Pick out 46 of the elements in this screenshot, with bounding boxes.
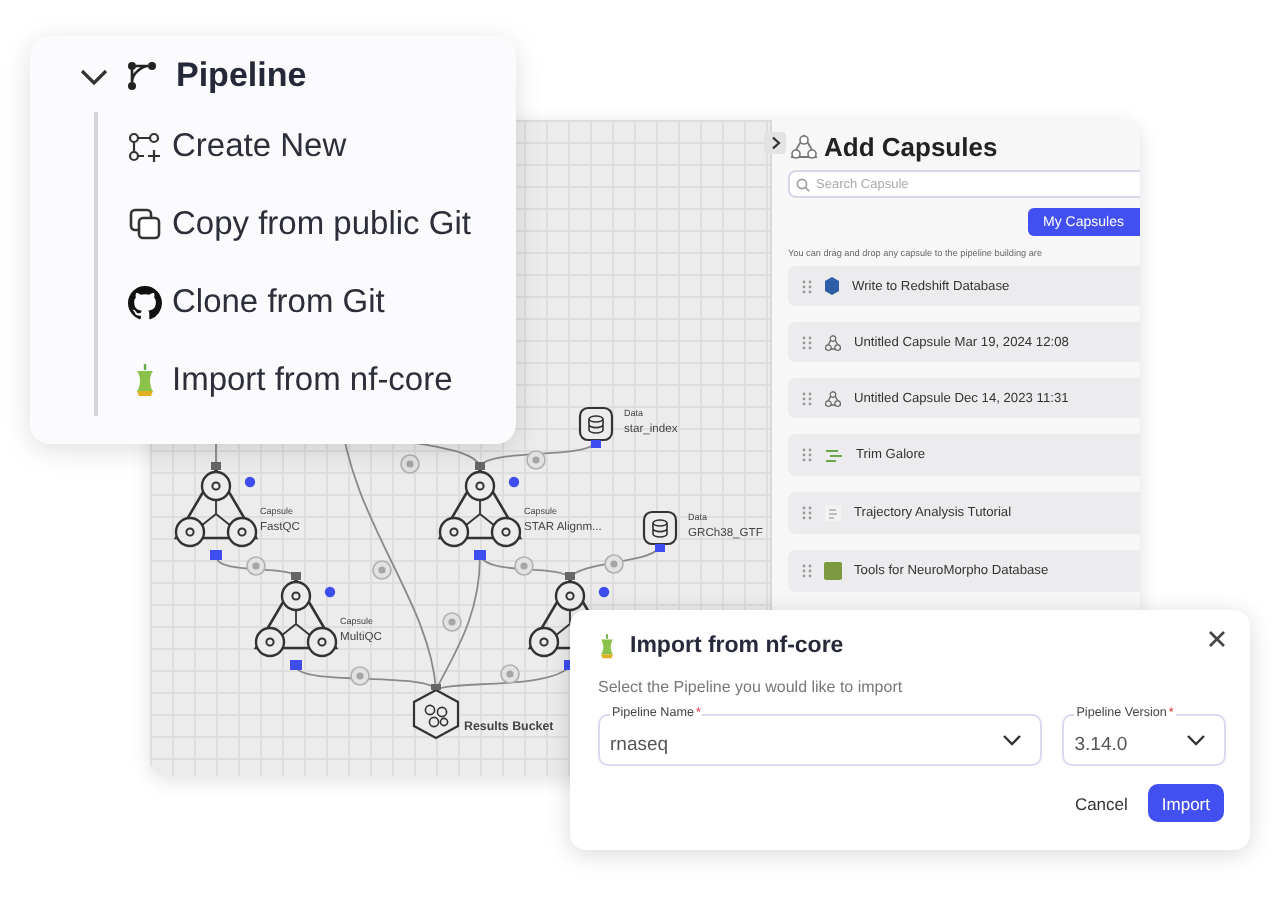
data-node-icon[interactable] [578, 406, 614, 448]
dialog-title: Import from nf-core [630, 634, 844, 658]
copy-icon [128, 208, 162, 240]
capsule-icon [824, 389, 842, 407]
import-button[interactable]: Import [1147, 784, 1224, 822]
close-icon[interactable] [1208, 630, 1226, 648]
drag-handle-icon[interactable] [802, 335, 812, 349]
menu-item-label: Clone from Git [172, 283, 385, 321]
document-icon [824, 504, 842, 522]
branch-icon [128, 131, 162, 161]
github-icon [128, 285, 162, 319]
menu-item-label: Copy from public Git [172, 205, 471, 243]
drag-handle-icon[interactable] [802, 448, 812, 462]
search-icon [796, 178, 810, 192]
drag-handle-icon[interactable] [802, 506, 812, 520]
chevron-down-icon[interactable] [80, 67, 108, 85]
drag-handle-icon[interactable] [802, 279, 812, 293]
dialog-description: Select the Pipeline you would like to import [598, 678, 905, 696]
cancel-button[interactable]: Cancel [1070, 793, 1132, 813]
chevron-down-icon [1186, 734, 1206, 746]
hexagon-icon [824, 276, 840, 296]
menu-item[interactable]: Create New [128, 122, 516, 170]
data-node-icon[interactable] [642, 510, 678, 552]
bucket-node-icon[interactable] [412, 684, 460, 740]
capsule-node-icon[interactable] [437, 462, 523, 560]
drag-handle-icon[interactable] [802, 391, 812, 405]
collapse-button[interactable] [764, 132, 786, 154]
connector [215, 555, 297, 579]
drag-handle-icon[interactable] [802, 564, 812, 578]
menu-item[interactable]: Copy from public Git [128, 200, 516, 248]
menu-title: Pipeline [176, 56, 307, 96]
apple-core-icon [598, 633, 616, 659]
menu-item[interactable]: Clone from Git [128, 278, 516, 326]
lines-icon [824, 447, 844, 463]
pipeline-icon [126, 60, 158, 92]
capsule-node-icon[interactable] [173, 462, 259, 560]
image-thumbnail-icon [824, 562, 842, 580]
menu-item[interactable]: Import from nf-core [128, 356, 516, 404]
chevron-down-icon [1002, 734, 1023, 746]
capsule-icon [824, 333, 842, 351]
chevron-right-icon [769, 136, 781, 150]
menu-item-label: Import from nf-core [172, 361, 453, 399]
panel-title: Add Capsules [824, 132, 998, 162]
menu-item-label: Create New [172, 127, 347, 165]
capsule-node-icon[interactable] [253, 572, 339, 670]
capsule-icon [790, 134, 818, 160]
